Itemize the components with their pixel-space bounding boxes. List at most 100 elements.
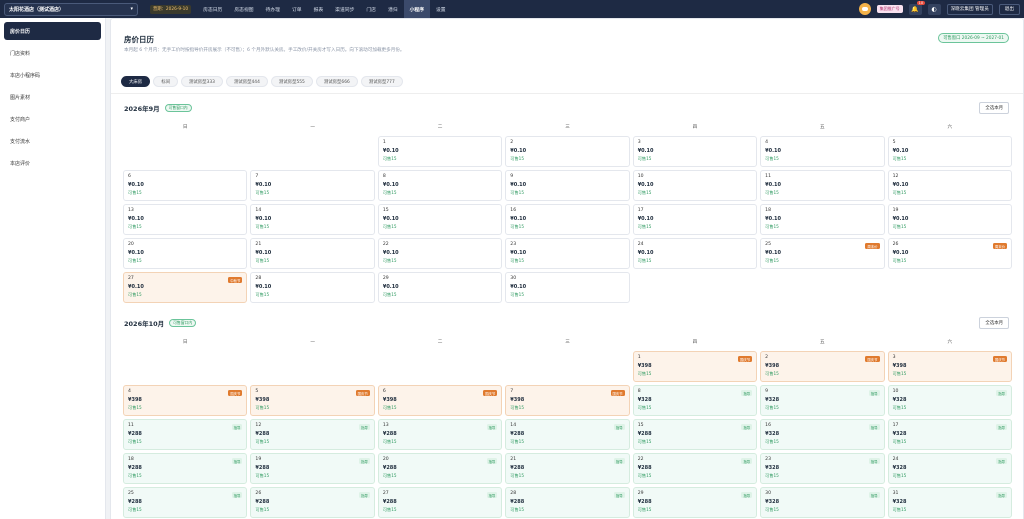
room-type-tab[interactable]: 测试房型777 <box>360 76 403 87</box>
day-number: 16 <box>510 208 517 213</box>
room-type-tab[interactable]: 测试房型555 <box>270 76 313 87</box>
day-cell[interactable]: 9 ¥328 可售15 指导 <box>760 385 885 416</box>
nav-item[interactable]: 小程序 <box>403 0 430 18</box>
day-cell[interactable]: 17 ¥0.10 可售15 <box>632 204 758 235</box>
sidebar-item[interactable]: 房价日历 <box>4 22 101 40</box>
day-cell[interactable]: 5 ¥398 可售15 国庆节 <box>250 385 375 416</box>
nav-item[interactable]: 订单 <box>286 0 308 18</box>
theme-button[interactable]: ◐ <box>927 3 941 15</box>
day-cell[interactable]: 18 ¥0.10 可售15 <box>760 204 885 235</box>
day-cell[interactable]: 21 ¥288 可售15 指导 <box>505 453 630 484</box>
day-cell[interactable]: 4 ¥0.10 可售15 <box>760 136 885 167</box>
day-cell[interactable]: 23 ¥328 可售15 指导 <box>760 453 885 484</box>
sidebar-item[interactable]: 支付商户 <box>4 110 101 128</box>
sidebar-item[interactable]: 本店小程序码 <box>4 66 101 84</box>
day-cell[interactable]: 9 ¥0.10 可售15 <box>505 170 630 201</box>
day-cell[interactable]: 28 ¥288 可售15 指导 <box>505 487 630 518</box>
day-cell[interactable]: 8 ¥328 可售15 指导 <box>632 385 758 416</box>
day-stock: 可售15 <box>637 507 652 512</box>
nav-item[interactable]: 报表 <box>308 0 330 18</box>
day-cell[interactable]: 1 ¥0.10 可售15 <box>377 136 503 167</box>
day-cell[interactable]: 30 ¥328 可售15 指导 <box>760 487 885 518</box>
nav-item[interactable]: 待办理 <box>260 0 286 18</box>
day-cell[interactable]: 29 ¥0.10 可售15 <box>377 272 503 303</box>
day-cell[interactable]: 15 ¥288 可售15 指导 <box>632 419 758 450</box>
notification-button[interactable]: 🔔 10 <box>908 0 925 15</box>
day-cell[interactable]: 11 ¥0.10 可售15 <box>760 170 885 201</box>
day-stock: 可售15 <box>637 371 652 376</box>
day-cell[interactable]: 24 ¥328 可售15 指导 <box>887 453 1012 484</box>
select-month-button[interactable]: 全选本月 <box>979 317 1009 329</box>
sidebar-item[interactable]: 门店资料 <box>4 44 101 62</box>
day-stock: 可售15 <box>128 190 142 195</box>
day-cell[interactable]: 25 ¥288 可售15 指导 <box>123 487 248 518</box>
nav-item[interactable]: 门店 <box>360 0 382 18</box>
day-cell[interactable]: 16 ¥0.10 可售15 <box>505 204 630 235</box>
day-cell[interactable]: 24 ¥0.10 可售15 <box>632 238 758 269</box>
day-cell[interactable]: 2 ¥0.10 可售15 <box>505 136 630 167</box>
room-type-tab[interactable]: 测试房型333 <box>180 76 223 87</box>
nav-item[interactable]: 房态日历 <box>197 0 228 18</box>
room-type-tab[interactable]: 标间 <box>153 76 178 87</box>
day-cell[interactable]: 23 ¥0.10 可售15 <box>505 238 630 269</box>
day-cell[interactable]: 21 ¥0.10 可售15 <box>250 238 375 269</box>
nav-item[interactable]: 房态视图 <box>228 0 259 18</box>
day-cell[interactable]: 7 ¥398 可售15 国庆节 <box>505 385 630 416</box>
nav-item[interactable]: 潜归 <box>382 0 404 18</box>
day-cell[interactable]: 27 ¥0.10 可售15 中秋节 <box>123 272 248 303</box>
day-cell[interactable]: 3 ¥398 可售15 国庆节 <box>887 351 1012 382</box>
day-tag: 周末价 <box>992 243 1007 249</box>
nav-item[interactable]: 设置 <box>430 0 452 18</box>
hotel-select[interactable]: 太阳花酒店（测试酒店） ▾ <box>4 2 138 16</box>
day-cell[interactable]: 26 ¥288 可售15 指导 <box>250 487 375 518</box>
day-cell[interactable]: 22 ¥0.10 可售15 <box>377 238 503 269</box>
day-cell[interactable]: 8 ¥0.10 可售15 <box>377 170 503 201</box>
day-cell[interactable]: 6 ¥398 可售15 国庆节 <box>377 385 503 416</box>
day-cell[interactable]: 13 ¥0.10 可售15 <box>123 204 248 235</box>
day-cell[interactable]: 10 ¥0.10 可售15 <box>632 170 758 201</box>
day-cell[interactable]: 5 ¥0.10 可售15 <box>887 136 1012 167</box>
day-cell[interactable]: 15 ¥0.10 可售15 <box>377 204 503 235</box>
day-cell[interactable]: 17 ¥328 可售15 指导 <box>887 419 1012 450</box>
day-cell[interactable]: 19 ¥288 可售15 指导 <box>250 453 375 484</box>
sidebar-item[interactable]: 支付流水 <box>4 132 101 150</box>
day-cell[interactable]: 19 ¥0.10 可售15 <box>887 204 1012 235</box>
day-cell[interactable]: 26 ¥0.10 可售15 周末价 <box>887 238 1012 269</box>
day-cell[interactable]: 20 ¥288 可售15 指导 <box>377 453 503 484</box>
day-cell[interactable]: 7 ¥0.10 可售15 <box>250 170 375 201</box>
day-cell[interactable]: 14 ¥288 可售15 指导 <box>505 419 630 450</box>
day-cell[interactable]: 20 ¥0.10 可售15 <box>123 238 248 269</box>
day-cell[interactable]: 18 ¥288 可售15 指导 <box>123 453 248 484</box>
logout-button[interactable]: 退出 <box>998 3 1020 15</box>
day-cell[interactable]: 29 ¥288 可售15 指导 <box>632 487 758 518</box>
day-cell[interactable]: 6 ¥0.10 可售15 <box>123 170 248 201</box>
day-cell[interactable]: 22 ¥288 可售15 指导 <box>632 453 758 484</box>
day-cell[interactable]: 31 ¥328 可售15 指导 <box>887 487 1012 518</box>
day-cell[interactable]: 11 ¥288 可售15 指导 <box>123 419 248 450</box>
day-cell[interactable]: 28 ¥0.10 可售15 <box>250 272 375 303</box>
day-cell[interactable]: 25 ¥0.10 可售15 周末价 <box>760 238 885 269</box>
day-cell[interactable]: 16 ¥328 可售15 指导 <box>760 419 885 450</box>
day-tag: 指导 <box>868 458 880 464</box>
sidebar-item[interactable]: 图片素材 <box>4 88 101 106</box>
day-cell[interactable]: 14 ¥0.10 可售15 <box>250 204 375 235</box>
room-type-tab[interactable]: 测试房型444 <box>225 76 268 87</box>
nav-item[interactable]: 渠道同步 <box>329 0 360 18</box>
room-type-tab[interactable]: 测试房型666 <box>315 76 358 87</box>
room-type-tab[interactable]: 大床房 <box>121 76 151 87</box>
day-cell[interactable]: 12 ¥288 可售15 指导 <box>250 419 375 450</box>
day-cell[interactable]: 1 ¥398 可售15 国庆节 <box>632 351 758 382</box>
select-month-button[interactable]: 全选本月 <box>979 102 1009 114</box>
day-price: ¥0.10 <box>765 148 781 154</box>
day-cell[interactable]: 2 ¥398 可售15 国庆节 <box>760 351 885 382</box>
day-cell[interactable]: 3 ¥0.10 可售15 <box>632 136 758 167</box>
day-cell[interactable]: 4 ¥398 可售15 国庆节 <box>123 385 248 416</box>
sidebar-item[interactable]: 本店评价 <box>4 154 101 172</box>
day-cell[interactable]: 30 ¥0.10 可售15 <box>505 272 630 303</box>
user-menu[interactable]: 深晓云集团 管理员 <box>946 3 993 15</box>
day-cell[interactable]: 10 ¥328 可售15 指导 <box>887 385 1012 416</box>
day-cell[interactable]: 12 ¥0.10 可售15 <box>887 170 1012 201</box>
distribution-button[interactable]: 集团推广号 <box>876 5 903 13</box>
day-cell[interactable]: 27 ¥288 可售15 指导 <box>377 487 503 518</box>
day-cell[interactable]: 13 ¥288 可售15 指导 <box>377 419 503 450</box>
